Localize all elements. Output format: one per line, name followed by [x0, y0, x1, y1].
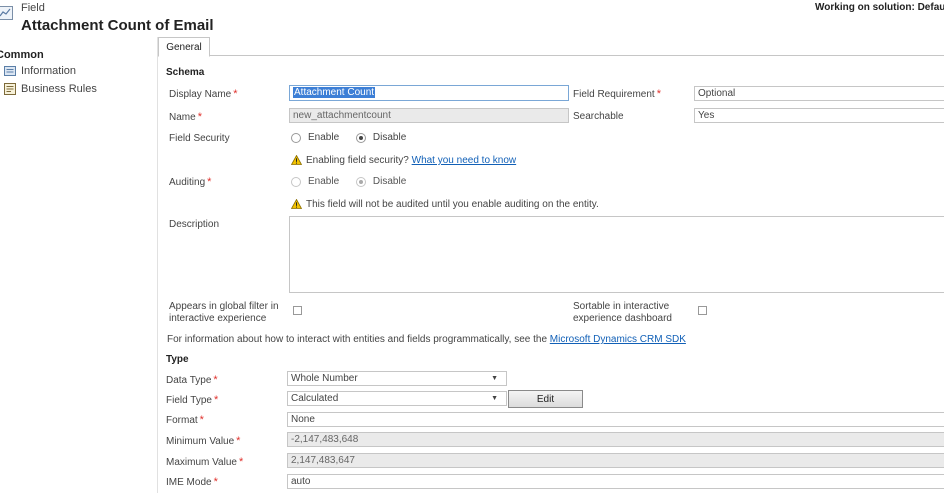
name-label-text: Name [169, 112, 196, 123]
what-you-need-to-know-link[interactable]: What you need to know [412, 155, 517, 166]
global-filter-label-line2: interactive experience [169, 313, 267, 324]
business-rules-icon [4, 83, 16, 95]
global-filter-label: Appears in global filter in interactive … [169, 301, 279, 325]
chevron-down-icon: ▼ [491, 395, 498, 402]
nav-item-label: Information [21, 65, 77, 77]
name-input: new_attachmentcount [289, 108, 569, 123]
ime-mode-label-text: IME Mode [166, 477, 212, 488]
field-type-value: Calculated [291, 393, 339, 404]
display-name-input[interactable]: Attachment Count [289, 85, 569, 101]
required-marker: * [656, 88, 661, 100]
required-marker: * [199, 414, 204, 426]
required-marker: * [236, 435, 241, 447]
page-title: Attachment Count of Email [21, 17, 214, 34]
auditing-enable-radio[interactable] [291, 176, 301, 187]
display-name-label: Display Name * [169, 88, 238, 100]
auditing-disable-radio[interactable] [355, 176, 366, 187]
field-type-select[interactable]: Calculated ▼ [287, 391, 507, 406]
sortable-checkbox[interactable] [698, 306, 707, 315]
field-security-disable-radio[interactable] [355, 132, 366, 143]
field-security-disable-label: Disable [372, 132, 407, 143]
crm-sdk-link[interactable]: Microsoft Dynamics CRM SDK [550, 334, 686, 345]
information-icon [4, 66, 16, 76]
field-entity-icon [0, 6, 13, 20]
minimum-value-input: -2,147,483,648 [287, 432, 944, 447]
format-label-text: Format [166, 415, 198, 426]
field-security-label: Field Security [169, 133, 230, 144]
sortable-label-line1: Sortable in interactive [573, 301, 670, 312]
schema-section-title: Schema [166, 67, 205, 78]
required-marker: * [213, 476, 218, 488]
warning-icon [291, 199, 302, 210]
description-textarea[interactable] [289, 216, 944, 293]
minimum-value-label-text: Minimum Value [166, 436, 235, 447]
display-name-label-text: Display Name [169, 89, 232, 100]
required-marker: * [197, 111, 202, 123]
field-requirement-select[interactable]: Optional [694, 86, 944, 101]
global-filter-label-line1: Appears in global filter in [169, 301, 279, 312]
ime-mode-select[interactable]: auto [287, 474, 944, 489]
sortable-label-line2: experience dashboard [573, 313, 672, 324]
auditing-warning-text: This field will not be audited until you… [306, 199, 599, 210]
solution-status: Working on solution: Defau [815, 2, 944, 13]
chevron-down-icon: ▼ [491, 375, 498, 382]
searchable-select[interactable]: Yes [694, 108, 944, 123]
global-filter-checkbox[interactable] [293, 306, 302, 315]
name-label: Name * [169, 111, 202, 123]
required-marker: * [207, 176, 212, 188]
auditing-radio-group: Enable Disable [291, 176, 420, 187]
format-select[interactable]: None [287, 412, 944, 427]
maximum-value-label-text: Maximum Value [166, 457, 237, 468]
data-type-label-text: Data Type [166, 375, 212, 386]
field-security-enable-radio[interactable] [291, 132, 301, 143]
auditing-warning: This field will not be audited until you… [291, 199, 599, 210]
tab-strip [158, 55, 944, 56]
sdk-info: For information about how to interact wi… [167, 334, 686, 345]
field-requirement-label-text: Field Requirement [573, 89, 655, 100]
minimum-value-label: Minimum Value * [166, 435, 240, 447]
ime-mode-label: IME Mode * [166, 476, 218, 488]
data-type-select[interactable]: Whole Number ▼ [287, 371, 507, 386]
nav-item-information[interactable]: Information [4, 63, 76, 79]
field-requirement-label: Field Requirement * [573, 88, 661, 100]
page-subtitle: Field [21, 2, 45, 14]
format-label: Format * [166, 414, 204, 426]
field-security-enable-label: Enable [308, 132, 340, 143]
field-security-radio-group: Enable Disable [291, 132, 420, 143]
display-name-value: Attachment Count [293, 87, 376, 98]
description-label: Description [169, 219, 220, 230]
field-security-warning-text: Enabling field security? [306, 155, 409, 166]
edit-button[interactable]: Edit [508, 390, 583, 408]
searchable-label: Searchable [573, 111, 624, 122]
type-section-title: Type [166, 354, 189, 365]
field-security-warning: Enabling field security? What you need t… [291, 155, 516, 166]
required-marker: * [233, 88, 238, 100]
sdk-info-text: For information about how to interact wi… [167, 334, 547, 345]
maximum-value-label: Maximum Value * [166, 456, 243, 468]
tab-general[interactable]: General [158, 37, 210, 57]
field-type-label: Field Type * [166, 394, 218, 406]
warning-icon [291, 155, 302, 166]
required-marker: * [238, 456, 244, 468]
nav-divider [157, 37, 158, 493]
field-type-label-text: Field Type [166, 395, 212, 406]
data-type-label: Data Type * [166, 374, 218, 386]
auditing-disable-label: Disable [372, 176, 407, 187]
maximum-value-input: 2,147,483,647 [287, 453, 944, 468]
auditing-label-text: Auditing [169, 177, 206, 188]
data-type-value: Whole Number [291, 373, 358, 384]
sortable-label: Sortable in interactive experience dashb… [573, 301, 672, 325]
auditing-enable-label: Enable [308, 176, 340, 187]
nav-section-common: Common [0, 49, 44, 61]
auditing-label: Auditing * [169, 176, 211, 188]
required-marker: * [213, 394, 219, 406]
required-marker: * [213, 374, 218, 386]
nav-item-business-rules[interactable]: Business Rules [4, 81, 97, 97]
nav-item-label: Business Rules [21, 83, 97, 95]
